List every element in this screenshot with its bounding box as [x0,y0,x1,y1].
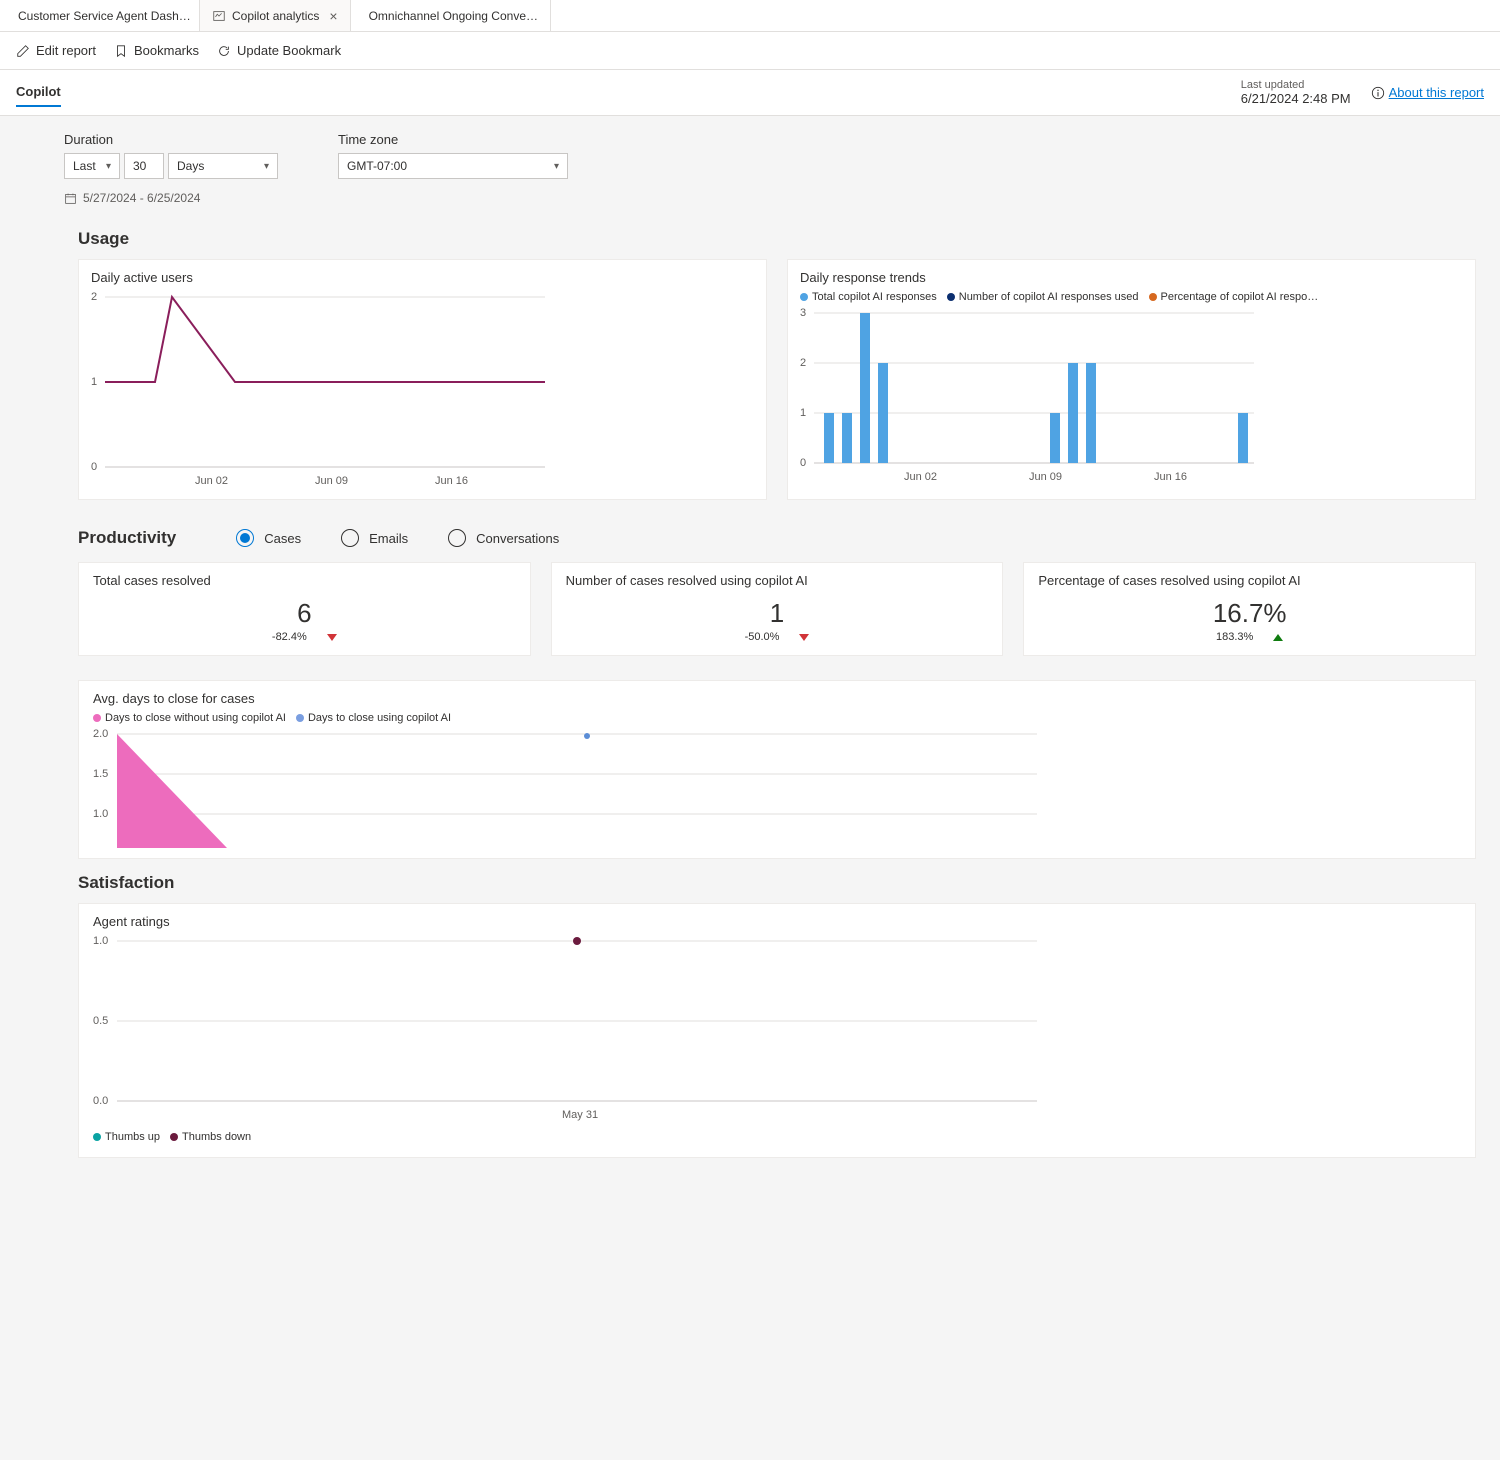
close-icon[interactable]: × [329,8,337,24]
productivity-radio-group: Cases Emails Conversations [236,529,559,547]
productivity-section-title: Productivity [78,528,176,548]
about-report-link[interactable]: About this report [1371,85,1484,100]
radio-conversations[interactable]: Conversations [448,529,559,547]
calendar-icon [64,192,77,205]
radio-icon [236,529,254,547]
radio-emails[interactable]: Emails [341,529,408,547]
radio-cases[interactable]: Cases [236,529,301,547]
tab-copilot-analytics[interactable]: Copilot analytics × [200,0,351,31]
svg-text:Jun 16: Jun 16 [435,475,468,487]
subheader: Copilot Last updated 6/21/2024 2:48 PM A… [0,70,1500,116]
bookmark-icon [114,44,128,58]
update-bookmark-button[interactable]: Update Bookmark [217,43,341,58]
bookmarks-button[interactable]: Bookmarks [114,43,199,58]
svg-text:Jun 02: Jun 02 [904,471,937,483]
tab-label: Omnichannel Ongoing Conve… [369,9,538,23]
usage-section-title: Usage [78,229,1476,249]
legend-dot [93,1133,101,1141]
edit-report-button[interactable]: Edit report [16,43,96,58]
svg-text:Jun 09: Jun 09 [1029,471,1062,483]
ratings-legend: Thumbs up Thumbs down [93,1131,1461,1143]
satisfaction-section-title: Satisfaction [78,873,1476,893]
duration-value-input[interactable]: 30 [124,153,164,179]
daily-active-users-card: Daily active users 2 1 0 Jun 02 Jun 09 J… [78,259,767,500]
info-icon [1371,86,1385,100]
date-range-display: 5/27/2024 - 6/25/2024 [0,187,1500,205]
avg-days-to-close-card: Avg. days to close for cases Days to clo… [78,680,1476,859]
duration-filter: Duration Last ▾ 30 Days ▾ [64,132,278,179]
kpi-percent-resolved-copilot: Percentage of cases resolved using copil… [1023,562,1476,656]
pencil-icon [16,44,30,58]
report-icon [212,9,226,23]
duration-unit-select[interactable]: Days ▾ [168,153,278,179]
svg-text:May 31: May 31 [562,1109,598,1121]
radio-icon [341,529,359,547]
document-tabs: Customer Service Agent Dash… Copilot ana… [0,0,1500,32]
trend-down-icon [327,634,337,641]
card-title: Agent ratings [93,914,1461,929]
svg-text:Jun 09: Jun 09 [315,475,348,487]
trend-up-icon [1273,634,1283,641]
last-updated: Last updated 6/21/2024 2:48 PM [1241,79,1351,106]
svg-text:Jun 02: Jun 02 [195,475,228,487]
duration-mode-select[interactable]: Last ▾ [64,153,120,179]
legend-dot [947,293,955,301]
report-toolbar: Edit report Bookmarks Update Bookmark [0,32,1500,70]
filters-row: Duration Last ▾ 30 Days ▾ Time zone GMT-… [0,116,1500,187]
last-updated-value: 6/21/2024 2:48 PM [1241,91,1351,106]
copilot-section-tab[interactable]: Copilot [16,78,61,107]
timezone-label: Time zone [338,132,568,147]
chevron-down-icon: ▾ [264,161,269,172]
tab-omnichannel-ongoing[interactable]: Omnichannel Ongoing Conve… [351,0,551,31]
legend-dot [296,714,304,722]
kpi-total-cases-resolved: Total cases resolved 6 -82.4% [78,562,531,656]
tab-label: Customer Service Agent Dash… [18,9,191,23]
legend-dot [170,1133,178,1141]
trend-down-icon [799,634,809,641]
legend-dot [1149,293,1157,301]
card-title: Daily response trends [800,270,1463,285]
kpi-cases-resolved-copilot: Number of cases resolved using copilot A… [551,562,1004,656]
agent-ratings-card: Agent ratings 1.0 0.5 0.0 May 31 Thumbs … [78,903,1476,1158]
avg-days-legend: Days to close without using copilot AI D… [93,712,1461,724]
timezone-filter: Time zone GMT-07:00 ▾ [338,132,568,179]
timezone-select[interactable]: GMT-07:00 ▾ [338,153,568,179]
tab-label: Copilot analytics [232,9,319,23]
tab-customer-service-dashboard[interactable]: Customer Service Agent Dash… [0,0,200,31]
radio-icon [448,529,466,547]
drt-legend: Total copilot AI responses Number of cop… [800,291,1463,303]
legend-dot [93,714,101,722]
daily-response-trends-card: Daily response trends Total copilot AI r… [787,259,1476,500]
chevron-down-icon: ▾ [554,161,559,172]
chevron-down-icon: ▾ [106,161,111,172]
legend-dot [800,293,808,301]
card-title: Daily active users [91,270,754,285]
duration-label: Duration [64,132,278,147]
refresh-icon [217,44,231,58]
last-updated-label: Last updated [1241,79,1351,91]
svg-text:Jun 16: Jun 16 [1154,471,1187,483]
card-title: Avg. days to close for cases [93,691,1461,706]
